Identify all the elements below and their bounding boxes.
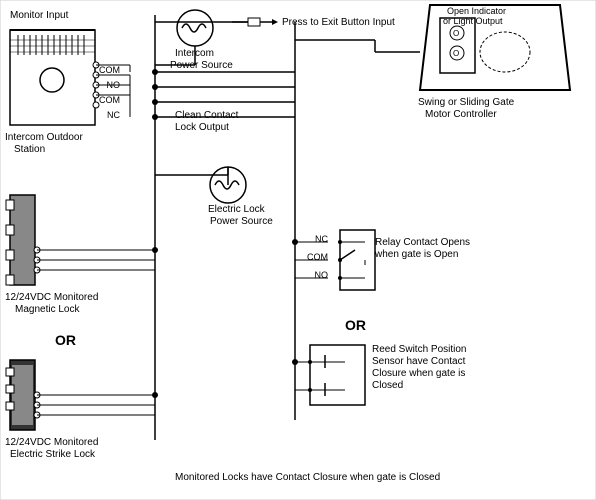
svg-text:12/24VDC Monitored: 12/24VDC Monitored <box>5 292 98 303</box>
svg-text:Electric Lock: Electric Lock <box>208 204 266 215</box>
svg-text:Open Indicator: Open Indicator <box>447 6 506 16</box>
svg-text:12/24VDC Monitored: 12/24VDC Monitored <box>5 437 98 448</box>
svg-text:Lock Output: Lock Output <box>175 122 229 133</box>
svg-text:or Light Output: or Light Output <box>443 16 503 26</box>
svg-text:Electric Strike Lock: Electric Strike Lock <box>10 449 96 460</box>
svg-text:Monitor Input: Monitor Input <box>10 10 69 21</box>
svg-text:Magnetic Lock: Magnetic Lock <box>15 304 80 315</box>
svg-text:Reed Switch Position: Reed Switch Position <box>372 344 467 355</box>
svg-text:Clean Contact: Clean Contact <box>175 110 239 121</box>
svg-text:Intercom Outdoor: Intercom Outdoor <box>5 132 83 143</box>
svg-text:Press to Exit Button Input: Press to Exit Button Input <box>282 17 395 28</box>
wiring-diagram: Monitor Input Intercom Outdoor Station C… <box>0 0 596 500</box>
svg-text:O: O <box>453 29 459 38</box>
svg-text:Motor Controller: Motor Controller <box>425 109 497 120</box>
svg-text:COM: COM <box>99 95 120 105</box>
svg-text:NC: NC <box>107 110 120 120</box>
svg-text:Relay Contact Opens: Relay Contact Opens <box>375 237 470 248</box>
svg-text:Power Source: Power Source <box>210 216 273 227</box>
svg-text:Sensor have Contact: Sensor have Contact <box>372 356 466 367</box>
svg-text:Swing or Sliding Gate: Swing or Sliding Gate <box>418 97 515 108</box>
svg-text:Monitored Locks have Contact C: Monitored Locks have Contact Closure whe… <box>175 472 440 483</box>
svg-text:Closure when gate is: Closure when gate is <box>372 368 465 379</box>
svg-text:Closed: Closed <box>372 380 403 391</box>
svg-text:COM: COM <box>99 65 120 75</box>
svg-text:when gate is Open: when gate is Open <box>374 249 458 260</box>
svg-text:OR: OR <box>55 332 76 348</box>
svg-text:O: O <box>453 49 459 58</box>
svg-text:Station: Station <box>14 144 45 155</box>
svg-text:OR: OR <box>345 317 366 333</box>
